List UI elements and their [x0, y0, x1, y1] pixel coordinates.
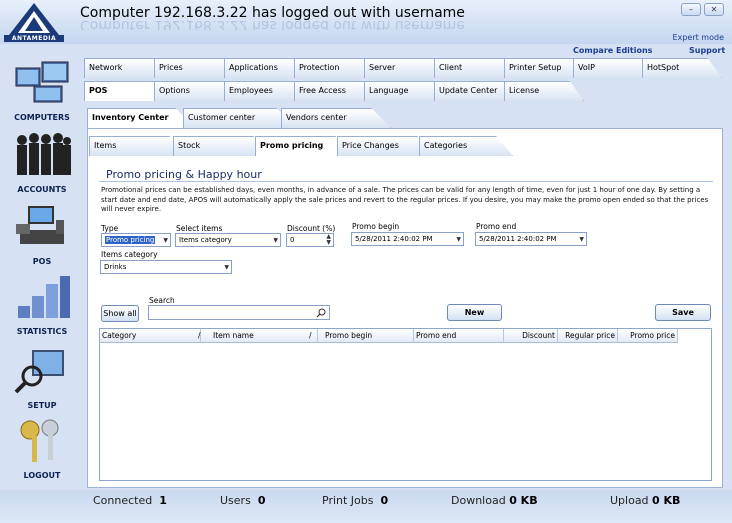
column-item-name[interactable]: Item name — [211, 329, 318, 343]
stepper-arrows-icon[interactable]: ▲ ▼ — [326, 234, 331, 246]
column-promo-begin[interactable]: Promo begin — [323, 329, 414, 343]
select-items-label: Select items — [176, 224, 223, 233]
promo-begin-value: 5/28/2011 2:40:02 PM — [355, 235, 433, 243]
chevron-down-icon: ▼ — [456, 236, 461, 243]
heading-divider — [99, 181, 713, 182]
promo-heading: Promo pricing & Happy hour — [106, 168, 262, 181]
tabs-row-2: POS Options Employees Free Access Langua… — [84, 81, 584, 101]
promo-end-datepicker[interactable]: 5/28/2011 2:40:02 PM ▼ — [475, 232, 587, 246]
keys-icon — [20, 419, 59, 462]
sidebar-label-logout: LOGOUT — [23, 471, 61, 480]
tab-license[interactable]: License — [504, 81, 584, 101]
type-select[interactable]: Promo pricing ▼ — [101, 233, 171, 247]
support-link[interactable]: Support — [689, 46, 725, 55]
statistics-chart-icon — [18, 276, 70, 318]
pos-terminal-icon — [16, 206, 64, 244]
status-upload: Upload 0 KB — [610, 494, 681, 507]
select-items-select[interactable]: Items category ▼ — [175, 233, 281, 247]
close-button[interactable]: ✕ — [704, 3, 724, 16]
select-items-value: Items category — [179, 236, 232, 244]
status-download: Download 0 KB — [451, 494, 538, 507]
logo-triangle-icon — [9, 3, 59, 35]
tab-inventory-center[interactable]: Inventory Center — [87, 108, 195, 128]
antamedia-logo: ANTAMEDIA — [4, 2, 64, 44]
promo-begin-label: Promo begin — [352, 222, 400, 231]
discount-value: 0 — [290, 236, 295, 244]
sidebar-item-pos[interactable]: POS — [6, 202, 78, 266]
tab-hotspot[interactable]: HotSpot — [642, 58, 722, 78]
tab-categories[interactable]: Categories — [419, 136, 513, 156]
column-sort-separator: / — [198, 331, 201, 340]
chevron-down-icon: ▼ — [273, 237, 278, 244]
setup-magnifier-icon — [14, 350, 64, 394]
search-input[interactable] — [148, 305, 330, 320]
promo-grid[interactable]: Category / Item name / Promo begin Promo… — [99, 328, 712, 481]
status-bar: Connected 1 Users 0 Print Jobs 0 Downloa… — [0, 490, 732, 523]
sidebar-label-setup: SETUP — [27, 401, 57, 410]
compare-editions-link[interactable]: Compare Editions — [573, 46, 652, 55]
items-category-select[interactable]: Drinks ▼ — [100, 260, 232, 274]
show-all-button[interactable]: Show all — [101, 305, 139, 322]
sidebar-item-logout[interactable]: LOGOUT — [6, 416, 78, 480]
promo-end-value: 5/28/2011 2:40:02 PM — [479, 235, 557, 243]
sidebar-item-accounts[interactable]: ACCOUNTS — [6, 130, 78, 194]
items-category-label: Items category — [101, 250, 158, 259]
tab-vendors-center[interactable]: Vendors center — [281, 108, 391, 128]
discount-label: Discount (%) — [287, 224, 336, 233]
column-discount[interactable]: Discount — [504, 329, 558, 343]
sidebar-label-computers: COMPUTERS — [14, 113, 70, 122]
status-print-jobs: Print Jobs 0 — [322, 494, 389, 507]
tab-customer-center[interactable]: Customer center — [183, 108, 297, 128]
logo-text: ANTAMEDIA — [4, 35, 64, 42]
accounts-icon — [17, 133, 71, 175]
tabs-row-3: Inventory Center Customer center Vendors… — [87, 108, 417, 128]
discount-stepper[interactable]: 0 ▲ ▼ — [286, 233, 334, 247]
promo-end-label: Promo end — [476, 222, 517, 231]
title-bar: ANTAMEDIA Computer 192.168.3.22 has logg… — [0, 0, 732, 44]
tab-items[interactable]: Items — [89, 136, 187, 156]
chevron-down-icon: ▼ — [163, 237, 168, 244]
minimize-button[interactable]: – — [681, 3, 701, 16]
computers-icon — [15, 61, 69, 103]
sidebar-label-accounts: ACCOUNTS — [17, 185, 67, 194]
search-icon[interactable] — [316, 308, 326, 318]
chevron-down-icon: ▼ — [579, 236, 584, 243]
expert-mode-link[interactable]: Expert mode — [673, 33, 724, 42]
column-regular-price[interactable]: Regular price — [558, 329, 618, 343]
promo-description: Promotional prices can be established da… — [101, 186, 709, 213]
tabs-row-4: Items Stock Promo pricing Price Changes … — [89, 136, 519, 156]
grid-header: Category / Item name / Promo begin Promo… — [100, 329, 678, 343]
new-button[interactable]: New — [447, 304, 502, 321]
sidebar-label-statistics: STATISTICS — [16, 327, 68, 336]
sidebar: COMPUTERS ACCOUNTS POS STATISTICS SETUP … — [0, 58, 82, 488]
window-title: Computer 192.168.3.22 has logged out wit… — [80, 5, 465, 21]
status-connected: Connected 1 — [93, 494, 167, 507]
status-users: Users 0 — [220, 494, 266, 507]
window-title-reflection: Computer 192.168.3.22 has logged out wit… — [80, 20, 465, 30]
promo-begin-datepicker[interactable]: 5/28/2011 2:40:02 PM ▼ — [351, 232, 464, 246]
save-button[interactable]: Save — [655, 304, 711, 321]
type-select-value: Promo pricing — [105, 236, 156, 244]
tabs-row-1: Network Prices Applications Protection S… — [84, 58, 724, 78]
type-label: Type — [101, 224, 119, 233]
sidebar-label-pos: POS — [32, 257, 52, 266]
column-sort-separator: / — [309, 331, 312, 340]
column-promo-price[interactable]: Promo price — [618, 329, 678, 343]
sidebar-item-statistics[interactable]: STATISTICS — [6, 272, 78, 336]
column-category[interactable]: Category — [100, 329, 201, 343]
search-label: Search — [149, 296, 175, 305]
sidebar-item-computers[interactable]: COMPUTERS — [6, 58, 78, 122]
chevron-down-icon: ▼ — [224, 264, 229, 271]
sidebar-item-setup[interactable]: SETUP — [6, 346, 78, 410]
items-category-value: Drinks — [104, 263, 127, 271]
column-promo-end[interactable]: Promo end — [414, 329, 504, 343]
